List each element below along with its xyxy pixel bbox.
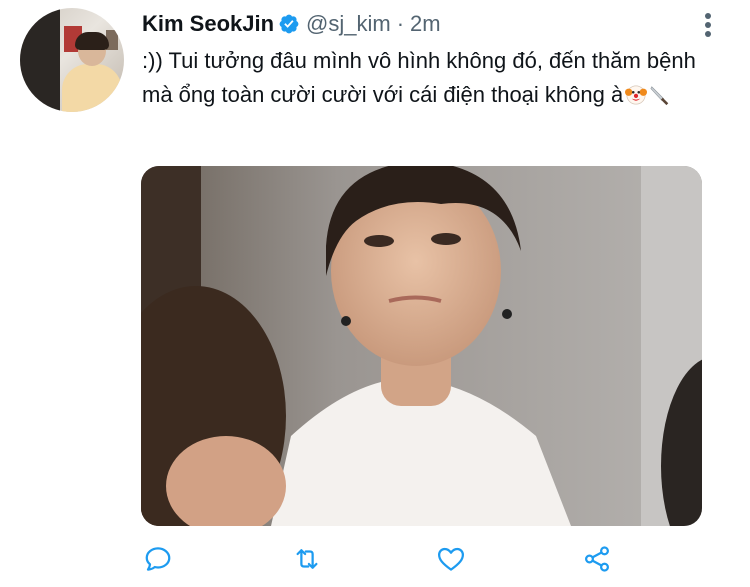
more-options-icon[interactable]	[696, 10, 720, 40]
header-separator: ·	[396, 11, 405, 36]
tweet-timestamp[interactable]: 2m	[410, 11, 441, 37]
avatar-person-body	[62, 64, 122, 112]
tweet-text-block: :)) Tui tưởng đâu mình vô hình không đó,…	[142, 44, 702, 116]
avatar-person-hair	[75, 32, 109, 50]
verified-badge-icon	[278, 13, 300, 35]
tweet[interactable]: Kim SeokJin @sj_kim · 2m :)) Tui tưởng đ…	[0, 0, 750, 587]
share-icon[interactable]	[580, 542, 614, 576]
retweet-icon[interactable]	[290, 542, 324, 576]
clown-face-icon	[625, 82, 648, 116]
reply-icon[interactable]	[141, 542, 175, 576]
knife-icon	[649, 82, 671, 116]
author-handle[interactable]: @sj_kim	[306, 11, 391, 37]
tweet-image[interactable]	[141, 166, 702, 526]
avatar-bg	[20, 8, 60, 112]
tweet-actions	[0, 534, 750, 584]
tweet-text: :)) Tui tưởng đâu mình vô hình không đó,…	[142, 48, 696, 107]
tweet-header: Kim SeokJin @sj_kim · 2m	[142, 6, 441, 42]
like-icon[interactable]	[434, 542, 468, 576]
avatar[interactable]	[20, 8, 124, 112]
author-name[interactable]: Kim SeokJin	[142, 11, 274, 37]
